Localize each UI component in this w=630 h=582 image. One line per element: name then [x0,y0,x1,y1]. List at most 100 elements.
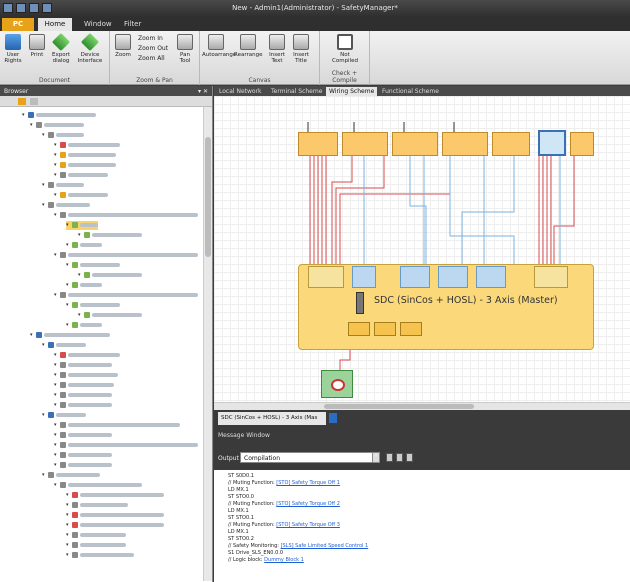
device-interface-button[interactable]: Device Interface [76,32,104,64]
tree-item[interactable]: ▾ [54,251,198,260]
tree-item[interactable]: ▾ [54,141,120,150]
tree-item[interactable]: ▾ [54,361,112,370]
tab-wiring-scheme[interactable]: Wiring Scheme [326,87,378,96]
print-button[interactable]: Print [26,34,48,58]
tree-item[interactable]: ▾ [54,381,114,390]
tree-item[interactable]: ▾ [66,491,164,500]
start-reset-block[interactable] [442,132,488,156]
tree-item[interactable]: ▾ [22,111,96,120]
chevron-down-icon[interactable]: ▾ [372,452,380,463]
autoarrange-button[interactable]: Autoarrange [202,34,236,58]
tree-item[interactable]: ▾ [54,391,112,400]
axis-block-3[interactable] [476,266,506,288]
tree-item[interactable]: ▾ [66,321,102,330]
tree-item[interactable]: ▾ [66,281,102,290]
log-link[interactable]: [STO] Safety Torque Off 3 [276,522,340,528]
insert-title-button[interactable]: Insert Title [290,34,312,64]
tree-item[interactable]: ▾ [54,451,112,460]
sensor-block[interactable] [492,132,530,156]
insert-text-button[interactable]: Insert Text [266,34,288,64]
scroll-thumb[interactable] [324,404,474,409]
tree-item[interactable]: ▾ [54,481,142,490]
tree-item[interactable]: ▾ [66,541,126,550]
axis-block-1[interactable] [400,266,430,288]
tab-home[interactable]: Home [38,18,72,31]
muting-output-block[interactable] [348,322,370,336]
canvas-horizontal-scrollbar[interactable] [214,402,630,410]
tree-item[interactable]: ▾ [66,551,134,560]
rearrange-button[interactable]: Rearrange [234,34,263,58]
zoom-button[interactable]: Zoom [112,34,134,58]
axis-block-2[interactable] [438,266,468,288]
tab-functional-scheme[interactable]: Functional Scheme [379,87,442,96]
tree-item[interactable]: ▾ [30,331,110,340]
pin-icon[interactable]: ▾ ✕ [198,88,208,95]
tree-item[interactable]: ▾ [54,291,198,300]
muting-output-block[interactable] [400,322,422,336]
tree-item[interactable]: ▾ [54,171,108,180]
tree-item[interactable]: ▾ [66,501,128,510]
lock-output-icon[interactable] [396,453,403,462]
expand-icon[interactable] [18,98,26,105]
input-terminal-block[interactable] [308,266,344,288]
drive-block[interactable] [321,370,353,398]
tree-item[interactable]: ▾ [66,511,164,520]
tree-item[interactable]: ▾ [66,221,98,230]
tree-item[interactable]: ▾ [78,311,142,320]
sensor-block[interactable] [570,132,594,156]
log-link[interactable]: [STO] Safety Torque Off 1 [276,480,340,486]
tab-window[interactable]: Window [78,18,118,31]
tree-item[interactable]: ▾ [54,371,118,380]
export-dialog-button[interactable]: Export dialog [50,32,72,64]
output-terminal-block[interactable] [534,266,568,288]
log-link[interactable]: [SLS] Safe Limited Speed Control 1 [281,543,369,549]
output-select[interactable]: Compilation [240,452,378,463]
tree-item[interactable]: ▾ [54,441,198,450]
tree-item[interactable]: ▾ [54,351,120,360]
tree-item[interactable]: ▾ [30,121,84,130]
tab-filter[interactable]: Filter [118,18,147,31]
zoom-out-button[interactable]: Zoom Out [138,44,168,54]
tab-local-network[interactable]: Local Network [216,87,265,96]
download-output-icon[interactable] [406,453,413,462]
collapse-icon[interactable] [30,98,38,105]
tree-item[interactable]: ▾ [42,181,84,190]
user-rights-button[interactable]: User Rights [2,34,24,64]
tree-item[interactable]: ▾ [66,241,102,250]
tree-item[interactable]: ▾ [66,531,126,540]
emergency-stop-block[interactable] [298,132,338,156]
tree-item[interactable]: ▾ [78,231,142,240]
tree-item[interactable]: ▾ [42,131,84,140]
tree-item[interactable]: ▾ [42,341,86,350]
log-link[interactable]: Dummy Block 1 [264,557,304,563]
compile-button[interactable]: Not Compiled [332,34,358,64]
tree-item[interactable]: ▾ [42,471,100,480]
tree-item[interactable]: ▾ [54,161,116,170]
tree-item[interactable]: ▾ [54,401,112,410]
tree-item[interactable]: ▾ [66,261,120,270]
tree-item[interactable]: ▾ [42,201,90,210]
selected-sensor-block[interactable] [538,130,566,156]
tab-file[interactable]: PC [2,18,34,31]
input-terminal-block[interactable] [352,266,376,288]
add-sheet-icon[interactable] [329,413,337,423]
tree-item[interactable]: ▾ [54,431,112,440]
tree-item[interactable]: ▾ [54,421,180,430]
tree-item[interactable]: ▾ [66,301,120,310]
sheet-tab-sdc[interactable]: SDC (SinCos + HOSL) - 3 Axis (Mas [218,412,326,425]
tree-item[interactable]: ▾ [54,151,116,160]
tree-item[interactable]: ▾ [54,211,198,220]
tab-terminal-scheme[interactable]: Terminal Scheme [268,87,325,96]
tree-item[interactable]: ▾ [54,461,112,470]
zoom-in-button[interactable]: Zoom In [138,34,168,44]
tree-item[interactable]: ▾ [54,191,108,200]
pan-tool-button[interactable]: Pan Tool [174,34,196,64]
browser-scrollbar[interactable] [203,107,212,581]
tree-item[interactable]: ▾ [78,271,142,280]
confirm-button-block[interactable] [392,132,438,156]
muting-output-block[interactable] [374,322,396,336]
clear-output-icon[interactable] [386,453,393,462]
zoom-all-button[interactable]: Zoom All [138,54,168,64]
tree-item[interactable]: ▾ [42,411,86,420]
tree-item[interactable]: ▾ [66,521,164,530]
